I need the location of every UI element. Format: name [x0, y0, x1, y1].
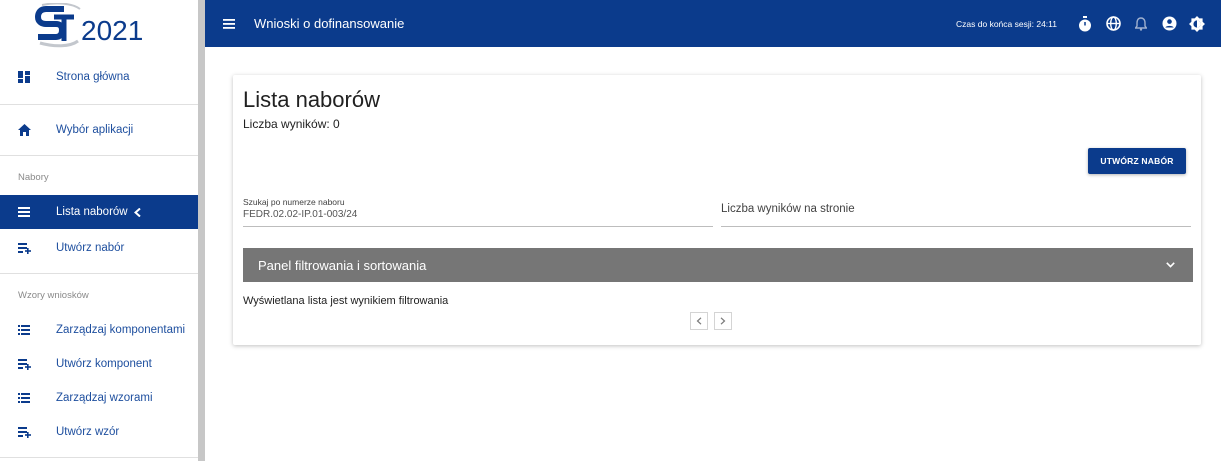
sidebar-item-home-page[interactable]: Strona główna	[0, 60, 198, 94]
dashboard-icon	[18, 71, 38, 83]
section-label-nabory: Nabory	[18, 172, 49, 183]
page-title: Lista naborów	[243, 87, 380, 112]
sidebar-item-utworz-komponent[interactable]: Utwórz komponent	[0, 347, 198, 381]
account-icon[interactable]	[1157, 12, 1181, 36]
timer-icon[interactable]	[1073, 12, 1097, 36]
create-recruitment-button[interactable]: UTWÓRZ NABÓR	[1088, 148, 1186, 174]
topbar: Wnioski o dofinansowanie Czas do końca s…	[205, 0, 1221, 47]
page-header-title: Wnioski o dofinansowanie	[254, 16, 405, 31]
session-timer-text: Czas do końca sesji: 24:11	[956, 18, 1057, 29]
filter-sort-panel-title: Panel filtrowania i sortowania	[258, 257, 427, 273]
search-field: Szukaj po numerze naboru	[243, 197, 713, 227]
section-label-wzory: Wzory wniosków	[18, 290, 89, 301]
pagination	[690, 312, 738, 330]
search-input[interactable]	[243, 209, 713, 220]
bell-icon[interactable]	[1129, 12, 1153, 36]
menu-icon[interactable]	[220, 15, 238, 33]
search-label: Szukaj po numerze naboru	[243, 197, 345, 207]
results-per-page-placeholder: Liczba wyników na stronie	[721, 203, 855, 215]
list-icon	[18, 325, 38, 335]
chevron-left-icon	[133, 207, 141, 217]
sidebar-item-label: Utwórz nabór	[56, 242, 125, 254]
next-page-button[interactable]	[714, 312, 732, 330]
list-icon	[18, 207, 38, 217]
chevron-right-icon	[720, 317, 726, 325]
sidebar-scrollbar[interactable]	[198, 0, 205, 461]
sidebar-item-label: Utwórz komponent	[56, 358, 152, 370]
logo-text: 2021	[81, 15, 144, 46]
chevron-down-icon	[1166, 262, 1175, 268]
topbar-right: Czas do końca sesji: 24:11	[956, 12, 1221, 36]
app-logo[interactable]: 2021	[0, 0, 198, 52]
sidebar-item-label: Lista naborów	[56, 206, 128, 218]
globe-icon[interactable]	[1101, 12, 1125, 36]
sidebar-item-label: Wybór aplikacji	[56, 124, 134, 136]
recruitment-list-card: Lista naborów Liczba wyników: 0 UTWÓRZ N…	[233, 75, 1201, 345]
sidebar-item-label: Zarządzaj wzorami	[56, 392, 153, 404]
contrast-icon[interactable]	[1185, 12, 1209, 36]
list-icon	[18, 393, 38, 403]
sidebar-item-lista-naborow[interactable]: Lista naborów	[0, 195, 198, 229]
home-icon	[18, 124, 38, 136]
app-root: 2021 Strona główna Wybór aplikacji Nabor…	[0, 0, 1221, 461]
sidebar-item-zarzadzaj-wzorami[interactable]: Zarządzaj wzorami	[0, 381, 198, 415]
filter-sort-panel-header[interactable]: Panel filtrowania i sortowania	[243, 248, 1193, 282]
sidebar-item-label: Zarządzaj komponentami	[56, 324, 186, 336]
divider	[0, 457, 198, 458]
sidebar-item-app-select[interactable]: Wybór aplikacji	[0, 105, 198, 155]
chevron-left-icon	[696, 317, 702, 325]
sidebar-item-utworz-wzor[interactable]: Utwórz wzór	[0, 415, 198, 449]
results-count: Liczba wyników: 0	[243, 117, 340, 131]
playlist-add-icon	[18, 426, 38, 438]
filtered-list-note: Wyświetlana lista jest wynikiem filtrowa…	[243, 295, 449, 307]
sidebar-item-zarzadzaj-komponentami[interactable]: Zarządzaj komponentami	[0, 313, 198, 347]
prev-page-button[interactable]	[690, 312, 708, 330]
sidebar-item-utworz-nabor[interactable]: Utwórz nabór	[0, 231, 198, 265]
sidebar-item-label: Strona główna	[56, 71, 130, 83]
playlist-add-icon	[18, 242, 38, 254]
playlist-add-icon	[18, 358, 38, 370]
results-per-page-select[interactable]: Liczba wyników na stronie	[721, 197, 1191, 227]
sidebar: 2021 Strona główna Wybór aplikacji Nabor…	[0, 0, 198, 461]
sidebar-item-label: Utwórz wzór	[56, 426, 120, 438]
